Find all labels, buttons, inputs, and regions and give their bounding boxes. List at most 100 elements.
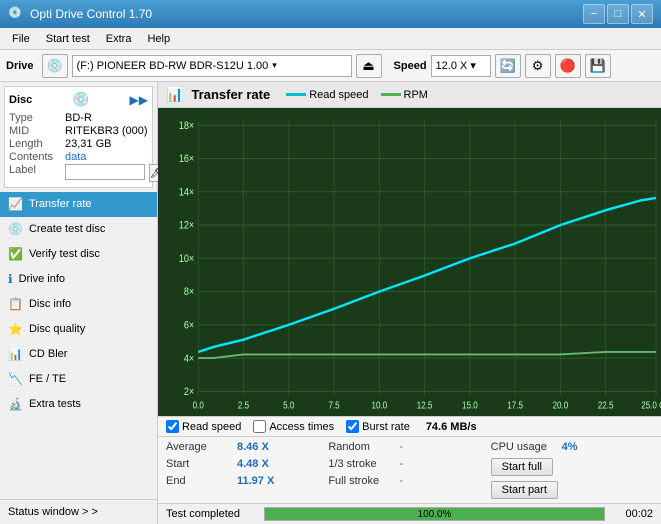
save-button[interactable]: 💾 [585, 54, 611, 78]
svg-text:20.0: 20.0 [553, 400, 569, 411]
svg-text:0.0: 0.0 [193, 400, 204, 411]
maximize-button[interactable]: □ [607, 4, 629, 24]
stats-average-row: Average 8.46 X [166, 439, 328, 455]
nav-extra-tests[interactable]: 🔬 Extra tests [0, 392, 157, 417]
legend-read-speed-color [286, 93, 306, 96]
legend-rpm-color [381, 93, 401, 96]
disc-type-label: Type [9, 112, 61, 124]
nav-transfer-rate[interactable]: 📈 Transfer rate [0, 192, 157, 217]
stats-part-btn-row: Start part [491, 479, 653, 501]
disc-mid-label: MID [9, 125, 61, 137]
app-icon: 💿 [8, 6, 24, 22]
progress-area: Test completed 100.0% 00:02 [158, 503, 661, 524]
nav-disc-info-label: Disc info [29, 298, 71, 310]
nav-verify-test-disc-label: Verify test disc [29, 248, 100, 260]
disc-quality-icon: ⭐ [8, 322, 23, 336]
start-part-button[interactable]: Start part [491, 481, 558, 499]
burst-rate-checkbox[interactable]: Burst rate [346, 420, 410, 433]
nav-create-test-disc[interactable]: 💿 Create test disc [0, 217, 157, 242]
read-speed-check-label: Read speed [182, 421, 241, 433]
svg-text:7.5: 7.5 [328, 400, 339, 411]
nav-fe-te[interactable]: 📉 FE / TE [0, 367, 157, 392]
progress-bar-container: 100.0% [264, 507, 605, 521]
refresh-button[interactable]: 🔄 [495, 54, 521, 78]
menu-help[interactable]: Help [139, 31, 178, 47]
svg-text:12.5: 12.5 [417, 400, 433, 411]
drive-label: Drive [6, 60, 34, 72]
menu-file[interactable]: File [4, 31, 38, 47]
fe-te-icon: 📉 [8, 372, 23, 386]
svg-text:8×: 8× [184, 287, 194, 299]
cpu-label: CPU usage [491, 441, 556, 453]
settings-button[interactable]: ⚙ [525, 54, 551, 78]
chart-header-icon: 📊 [166, 86, 183, 103]
svg-text:10.0: 10.0 [371, 400, 387, 411]
stats-start-btn-row: Start full [491, 456, 653, 478]
svg-text:5.0: 5.0 [283, 400, 294, 411]
menu-start-test[interactable]: Start test [38, 31, 98, 47]
read-speed-checkbox[interactable]: Read speed [166, 420, 241, 433]
svg-text:10×: 10× [179, 253, 194, 265]
eject-button[interactable]: ⏏ [356, 54, 382, 78]
drive-select-text: (F:) PIONEER BD-RW BDR-S12U 1.00 [77, 60, 269, 72]
end-value: 11.97 X [237, 475, 277, 487]
stats-col-mid: Random - 1/3 stroke - Full stroke - [328, 439, 490, 501]
minimize-button[interactable]: − [583, 4, 605, 24]
cpu-value: 4% [562, 441, 602, 453]
speed-selector[interactable]: 12.0 X ▾ [431, 55, 491, 77]
legend-rpm: RPM [381, 89, 428, 101]
stats-col-left: Average 8.46 X Start 4.48 X End 11.97 X [166, 439, 328, 501]
speed-select-value: 12.0 X ▾ [436, 59, 476, 72]
average-value: 8.46 X [237, 441, 277, 453]
transfer-rate-icon: 📈 [8, 197, 23, 211]
drive-selector[interactable]: (F:) PIONEER BD-RW BDR-S12U 1.00 ▾ [72, 55, 352, 77]
disc-nav-icon: ▶▶ [130, 93, 148, 107]
sidebar: Disc 💿 ▶▶ Type BD-R MID RITEKBR3 (000) L… [0, 82, 158, 524]
burst-rate-value: 74.6 MB/s [426, 421, 477, 433]
svg-text:2.5: 2.5 [238, 400, 249, 411]
nav-drive-info[interactable]: ℹ Drive info [0, 267, 157, 292]
menu-extra[interactable]: Extra [98, 31, 140, 47]
disc-label-input[interactable] [65, 164, 145, 180]
nav-disc-info[interactable]: 📋 Disc info [0, 292, 157, 317]
disc-label-label: Label [9, 164, 61, 182]
end-label: End [166, 475, 231, 487]
drive-icon-btn[interactable]: 💿 [42, 54, 68, 78]
nav-cd-bler[interactable]: 📊 CD Bler [0, 342, 157, 367]
svg-text:4×: 4× [184, 353, 194, 365]
title-bar: 💿 Opti Drive Control 1.70 − □ ✕ [0, 0, 661, 28]
stats-checkboxes: Read speed Access times Burst rate 74.6 … [158, 417, 661, 437]
status-window-btn[interactable]: Status window > > [0, 499, 157, 524]
drive-select-arrow: ▾ [272, 60, 277, 71]
chart-header: 📊 Transfer rate Read speed RPM [158, 82, 661, 108]
window-title: Opti Drive Control 1.70 [30, 7, 583, 21]
disc-contents-label: Contents [9, 151, 61, 163]
status-window-label: Status window > > [8, 506, 98, 518]
svg-text:25.0 GB: 25.0 GB [641, 400, 661, 411]
svg-text:14×: 14× [179, 187, 194, 199]
legend-read-speed-label: Read speed [309, 89, 368, 101]
close-button[interactable]: ✕ [631, 4, 653, 24]
start-full-button[interactable]: Start full [491, 458, 553, 476]
chart-legend: Read speed RPM [286, 89, 428, 101]
average-label: Average [166, 441, 231, 453]
stats-fullstroke-row: Full stroke - [328, 473, 490, 489]
nav-disc-quality-label: Disc quality [29, 323, 85, 335]
nav-create-test-disc-label: Create test disc [29, 223, 105, 235]
menu-bar: File Start test Extra Help [0, 28, 661, 50]
verify-test-disc-icon: ✅ [8, 247, 23, 261]
speed-label: Speed [394, 60, 427, 72]
random-label: Random [328, 441, 393, 453]
nav-disc-quality[interactable]: ⭐ Disc quality [0, 317, 157, 342]
access-times-checkbox[interactable]: Access times [253, 420, 334, 433]
chart-area: 18× 16× 14× 12× 10× 8× 6× 4× 2× 0.0 2.5 … [158, 108, 661, 416]
access-times-check[interactable] [253, 420, 266, 433]
burn-button[interactable]: 🔴 [555, 54, 581, 78]
read-speed-check[interactable] [166, 420, 179, 433]
stats-col-right: CPU usage 4% Start full Start part [491, 439, 653, 501]
nav-verify-test-disc[interactable]: ✅ Verify test disc [0, 242, 157, 267]
burst-rate-check[interactable] [346, 420, 359, 433]
main-layout: Disc 💿 ▶▶ Type BD-R MID RITEKBR3 (000) L… [0, 82, 661, 524]
progress-percent: 100.0% [265, 508, 604, 520]
stats-end-row: End 11.97 X [166, 473, 328, 489]
